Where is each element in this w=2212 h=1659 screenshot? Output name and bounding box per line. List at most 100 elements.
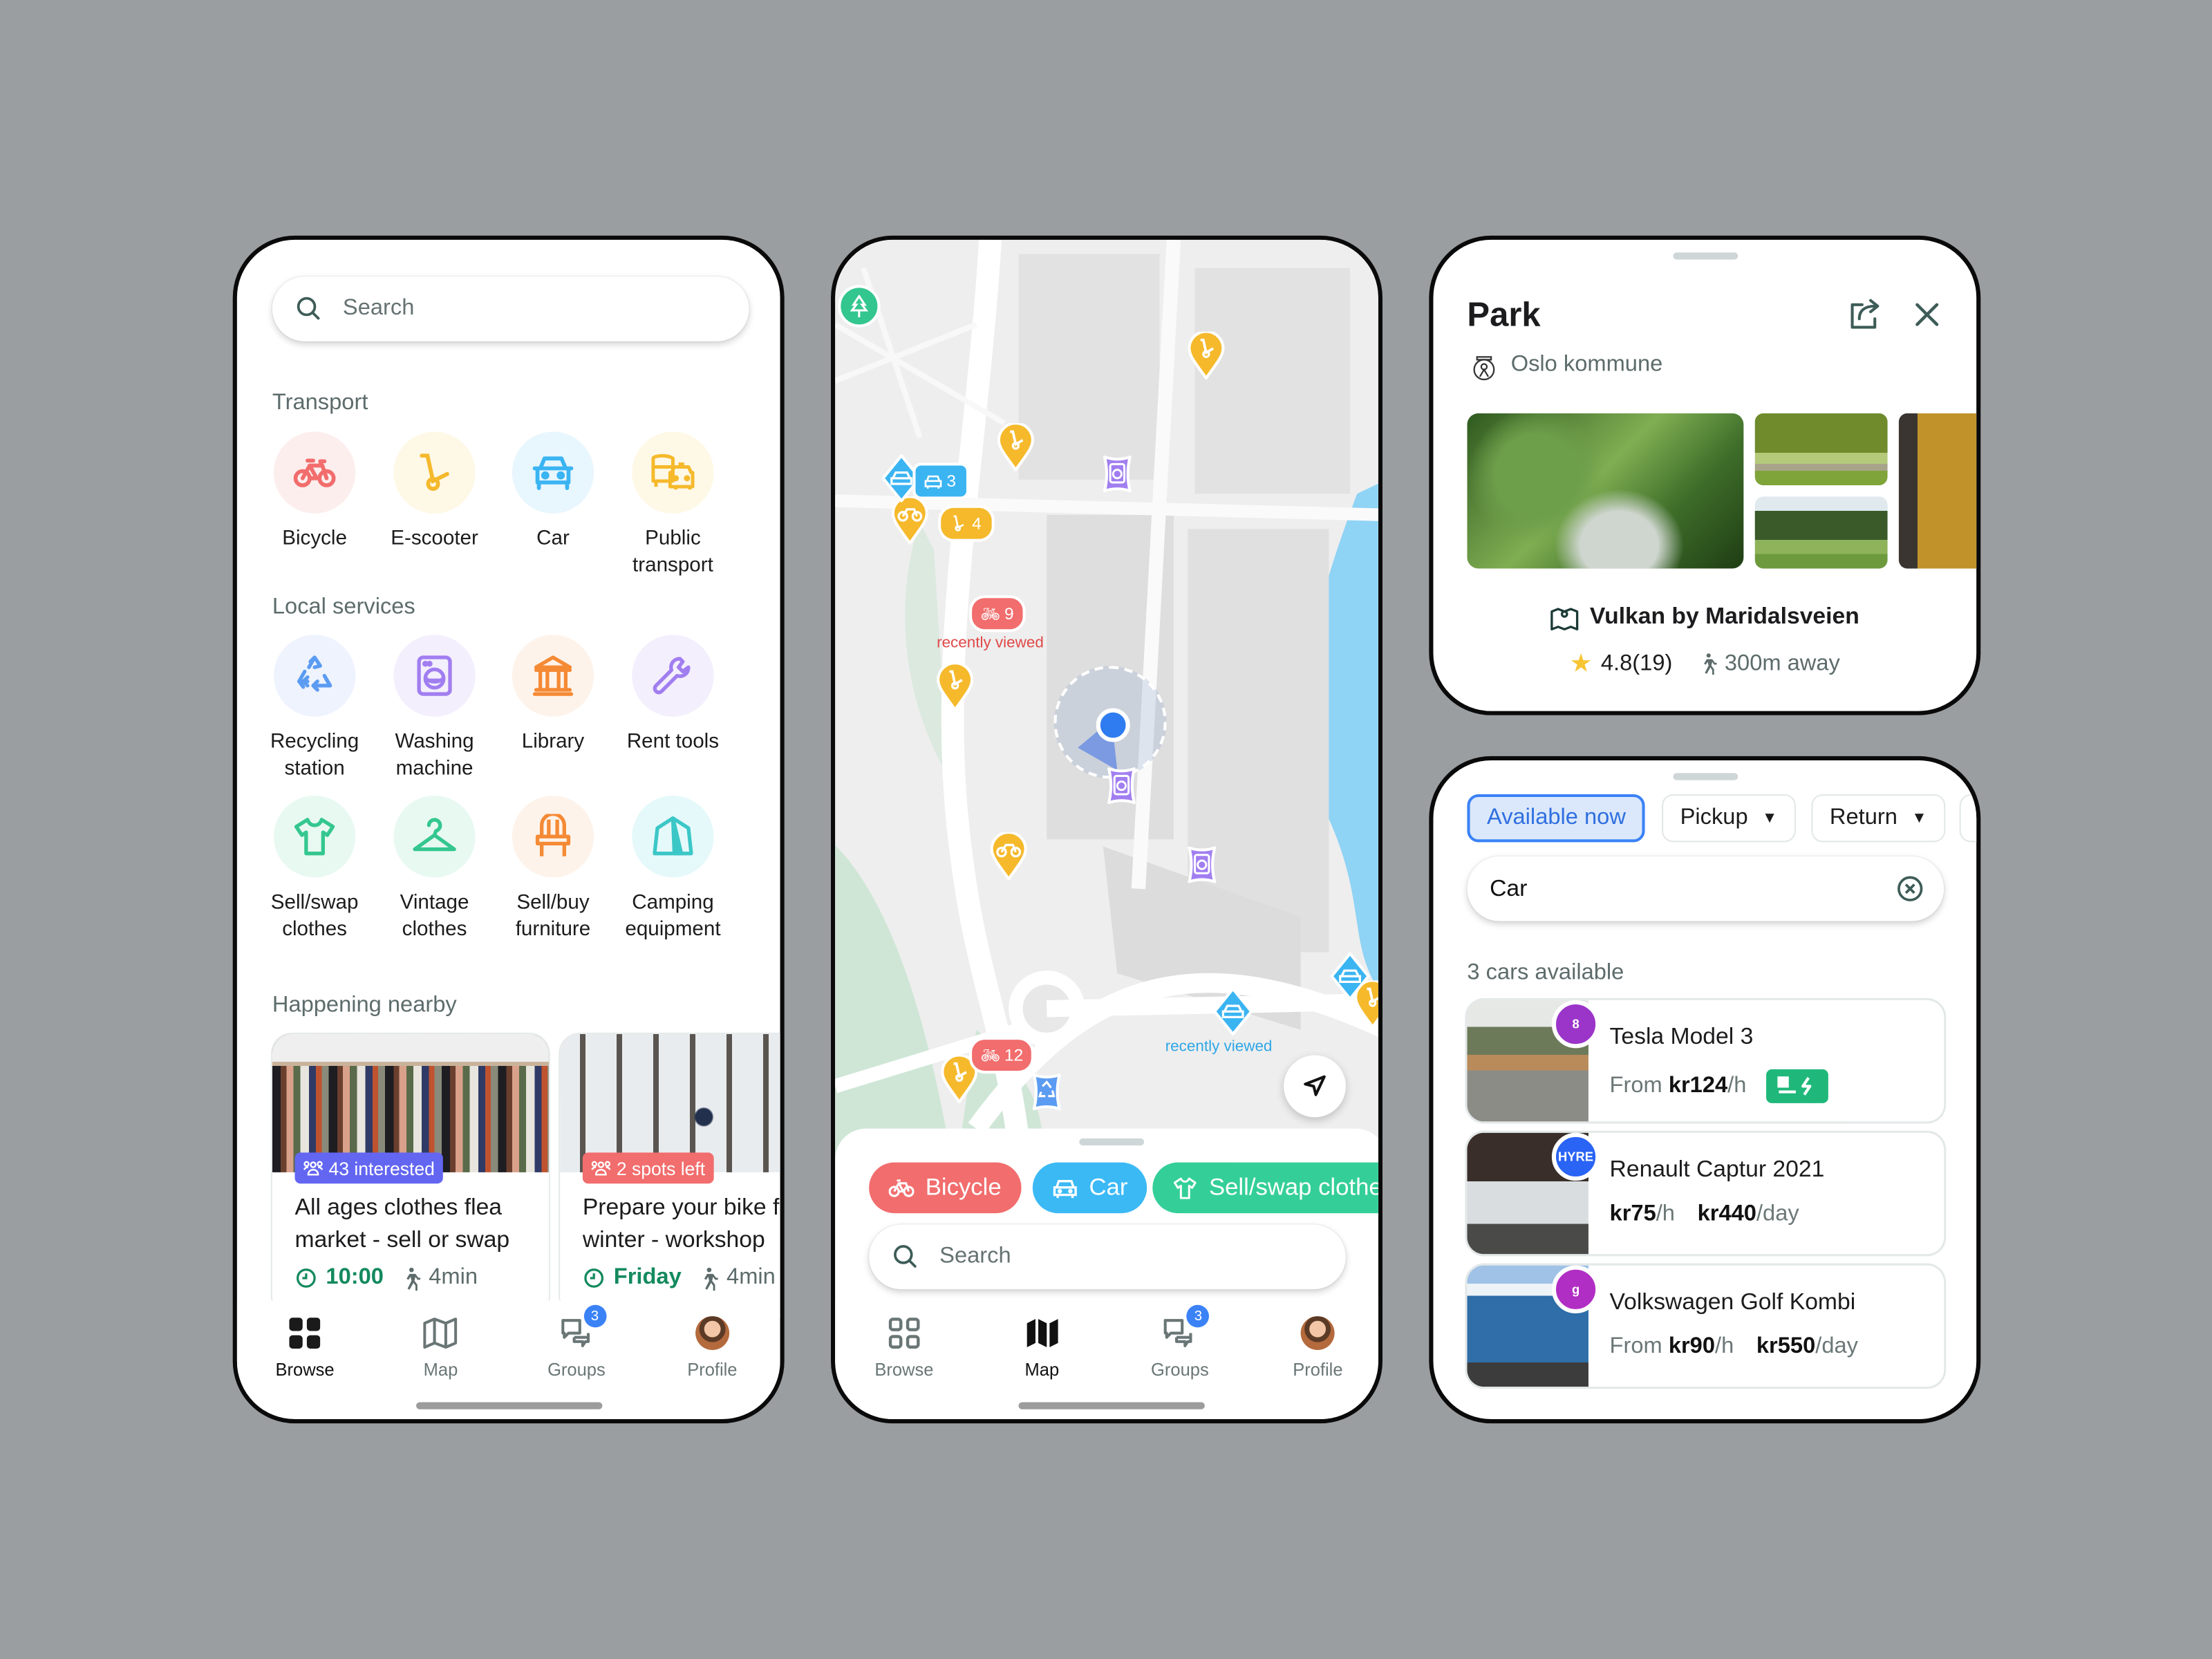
- filter-chip-sell-swap-clothes[interactable]: Sell/swap clothes: [1152, 1162, 1378, 1214]
- category-label: Car: [536, 527, 570, 550]
- car-result-card[interactable]: HYRE Renault Captur 2021 kr75/h kr440/day: [1467, 1132, 1944, 1255]
- clock-icon: [296, 1268, 316, 1288]
- walking-icon: [406, 1266, 420, 1291]
- category-sell-buy-furniture[interactable]: Sell/buy furniture: [494, 796, 612, 944]
- category-public-transport[interactable]: Public transport: [614, 431, 732, 579]
- category-bicycle[interactable]: Bicycle: [255, 431, 373, 553]
- tab-browse[interactable]: Browse: [835, 1301, 973, 1411]
- place-distance: 300m away: [1724, 650, 1840, 675]
- clear-search-icon[interactable]: [1896, 874, 1924, 903]
- event-title-line1: All ages clothes flea: [294, 1194, 503, 1221]
- park-photo-tree-avenue[interactable]: [1754, 413, 1888, 486]
- category-sell-swap-clothes[interactable]: Sell/swap clothes: [255, 796, 373, 944]
- events-carousel[interactable]: 43 interested All ages clothes flea mark…: [272, 1033, 780, 1317]
- provider-logo-text: 8: [1572, 1017, 1580, 1031]
- filter-available-now[interactable]: Available now: [1467, 794, 1646, 843]
- filter-pickup[interactable]: Pickup ▼: [1662, 794, 1796, 843]
- category-library[interactable]: Library: [494, 635, 612, 756]
- car-name: Tesla Model 3: [1609, 1024, 1754, 1050]
- tab-label: Profile: [1293, 1360, 1343, 1380]
- park-photo-forest-path[interactable]: [1467, 413, 1744, 569]
- category-car[interactable]: Car: [494, 431, 612, 553]
- car-result-card[interactable]: 8 Tesla Model 3 From kr124/h: [1467, 1000, 1944, 1122]
- day-unit: /day: [1756, 1201, 1799, 1226]
- price-prefix: From: [1609, 1334, 1662, 1359]
- scooter-marker[interactable]: [997, 422, 1034, 478]
- tent-icon: [632, 796, 714, 878]
- sheet-handle[interactable]: [1672, 252, 1738, 260]
- tab-groups[interactable]: 3 Groups: [1111, 1301, 1248, 1411]
- category-camping-equipment[interactable]: Camping equipment: [614, 796, 732, 944]
- event-badge-text: 43 interested: [328, 1157, 435, 1179]
- filter-chip-car[interactable]: Car: [1032, 1162, 1147, 1214]
- washing-machine-marker[interactable]: [1105, 766, 1138, 812]
- event-meta: 10:00 4min: [295, 1266, 478, 1291]
- oslo-coat-of-arms-icon: [1473, 356, 1495, 381]
- close-icon[interactable]: [1914, 302, 1940, 328]
- tab-browse[interactable]: Browse: [237, 1301, 373, 1411]
- cluster-count: 12: [1004, 1045, 1024, 1065]
- filter-return[interactable]: Return ▼: [1811, 794, 1946, 843]
- scooter-cluster-marker[interactable]: 4: [938, 505, 995, 542]
- car-price: From kr90/h kr550/day: [1610, 1335, 1858, 1360]
- share-icon[interactable]: [1848, 297, 1884, 330]
- category-rent-tools[interactable]: Rent tools: [614, 635, 732, 756]
- category-label: Vintage clothes: [400, 891, 469, 941]
- hanger-icon: [393, 796, 476, 878]
- tab-profile[interactable]: Profile: [644, 1301, 780, 1411]
- washing-machine-marker[interactable]: [1185, 845, 1219, 891]
- scooter-marker[interactable]: [937, 662, 974, 718]
- park-photo-autumn[interactable]: [1898, 413, 1977, 569]
- home-indicator: [415, 1402, 602, 1409]
- category-washing-machine[interactable]: Washing machine: [375, 635, 494, 782]
- bicycle-icon: [273, 431, 356, 514]
- bicycle-marker[interactable]: [990, 831, 1027, 888]
- bike-cluster-marker[interactable]: 🚲︎ 12: [969, 1036, 1035, 1074]
- search-bar[interactable]: Search: [272, 276, 749, 341]
- tshirt-icon: [1173, 1177, 1197, 1199]
- star-icon: ★: [1569, 648, 1593, 677]
- bus-taxi-icon: [632, 431, 714, 514]
- event-title: Prepare your bike for winter - workshop: [583, 1192, 780, 1257]
- filter-chip-bicycle[interactable]: Bicycle: [869, 1162, 1022, 1214]
- filter-more[interactable]: [1959, 794, 1977, 843]
- tab-groups[interactable]: 3 Groups: [509, 1301, 644, 1411]
- home-indicator: [1018, 1402, 1204, 1409]
- tab-map[interactable]: Map: [373, 1301, 508, 1411]
- filter-label: Pickup: [1680, 805, 1748, 830]
- price-prefix: From: [1609, 1074, 1662, 1098]
- car-cluster-marker[interactable]: 3: [912, 462, 969, 500]
- chip-label: Car: [1089, 1173, 1128, 1201]
- grid-icon: [888, 1318, 920, 1349]
- recycle-icon: [273, 635, 356, 717]
- car-result-card[interactable]: g Volkswagen Golf Kombi From kr90/h kr550…: [1467, 1265, 1944, 1387]
- scooter-marker[interactable]: [1188, 330, 1225, 387]
- park-photo-lawn[interactable]: [1754, 496, 1888, 569]
- map-search-bar[interactable]: Search: [869, 1224, 1346, 1290]
- event-card[interactable]: 43 interested All ages clothes flea mark…: [272, 1033, 549, 1317]
- search-placeholder: Search: [342, 296, 415, 321]
- car-search-input[interactable]: Car: [1467, 856, 1944, 921]
- tab-profile[interactable]: Profile: [1249, 1301, 1378, 1411]
- tab-map[interactable]: Map: [973, 1301, 1111, 1411]
- scooter-icon: [953, 515, 964, 532]
- category-e-scooter[interactable]: E-scooter: [375, 431, 494, 553]
- event-badge: 43 interested: [294, 1152, 444, 1184]
- car-marker[interactable]: [1330, 952, 1370, 1008]
- photo-gallery[interactable]: [1467, 413, 1977, 569]
- recycling-marker[interactable]: [1030, 1072, 1064, 1118]
- car-marker[interactable]: [1213, 987, 1253, 1043]
- hour-unit: /h: [1727, 1074, 1747, 1098]
- map-bottom-sheet: Bicycle Car Sell/swap clothes Search Bro…: [835, 1128, 1378, 1420]
- sheet-handle[interactable]: [1078, 1138, 1144, 1146]
- bike-cluster-marker[interactable]: 🚲︎ 9: [969, 595, 1025, 632]
- washing-machine-marker[interactable]: [1100, 454, 1134, 500]
- category-recycling-station[interactable]: Recycling station: [255, 635, 373, 782]
- cluster-count: 9: [1004, 603, 1014, 624]
- sheet-handle[interactable]: [1672, 773, 1738, 780]
- category-vintage-clothes[interactable]: Vintage clothes: [375, 796, 494, 944]
- event-card[interactable]: 2 spots left Prepare your bike for winte…: [560, 1033, 780, 1317]
- map-pin-icon: [1550, 607, 1579, 630]
- recenter-location-button[interactable]: [1284, 1055, 1346, 1118]
- park-marker[interactable]: [838, 285, 881, 328]
